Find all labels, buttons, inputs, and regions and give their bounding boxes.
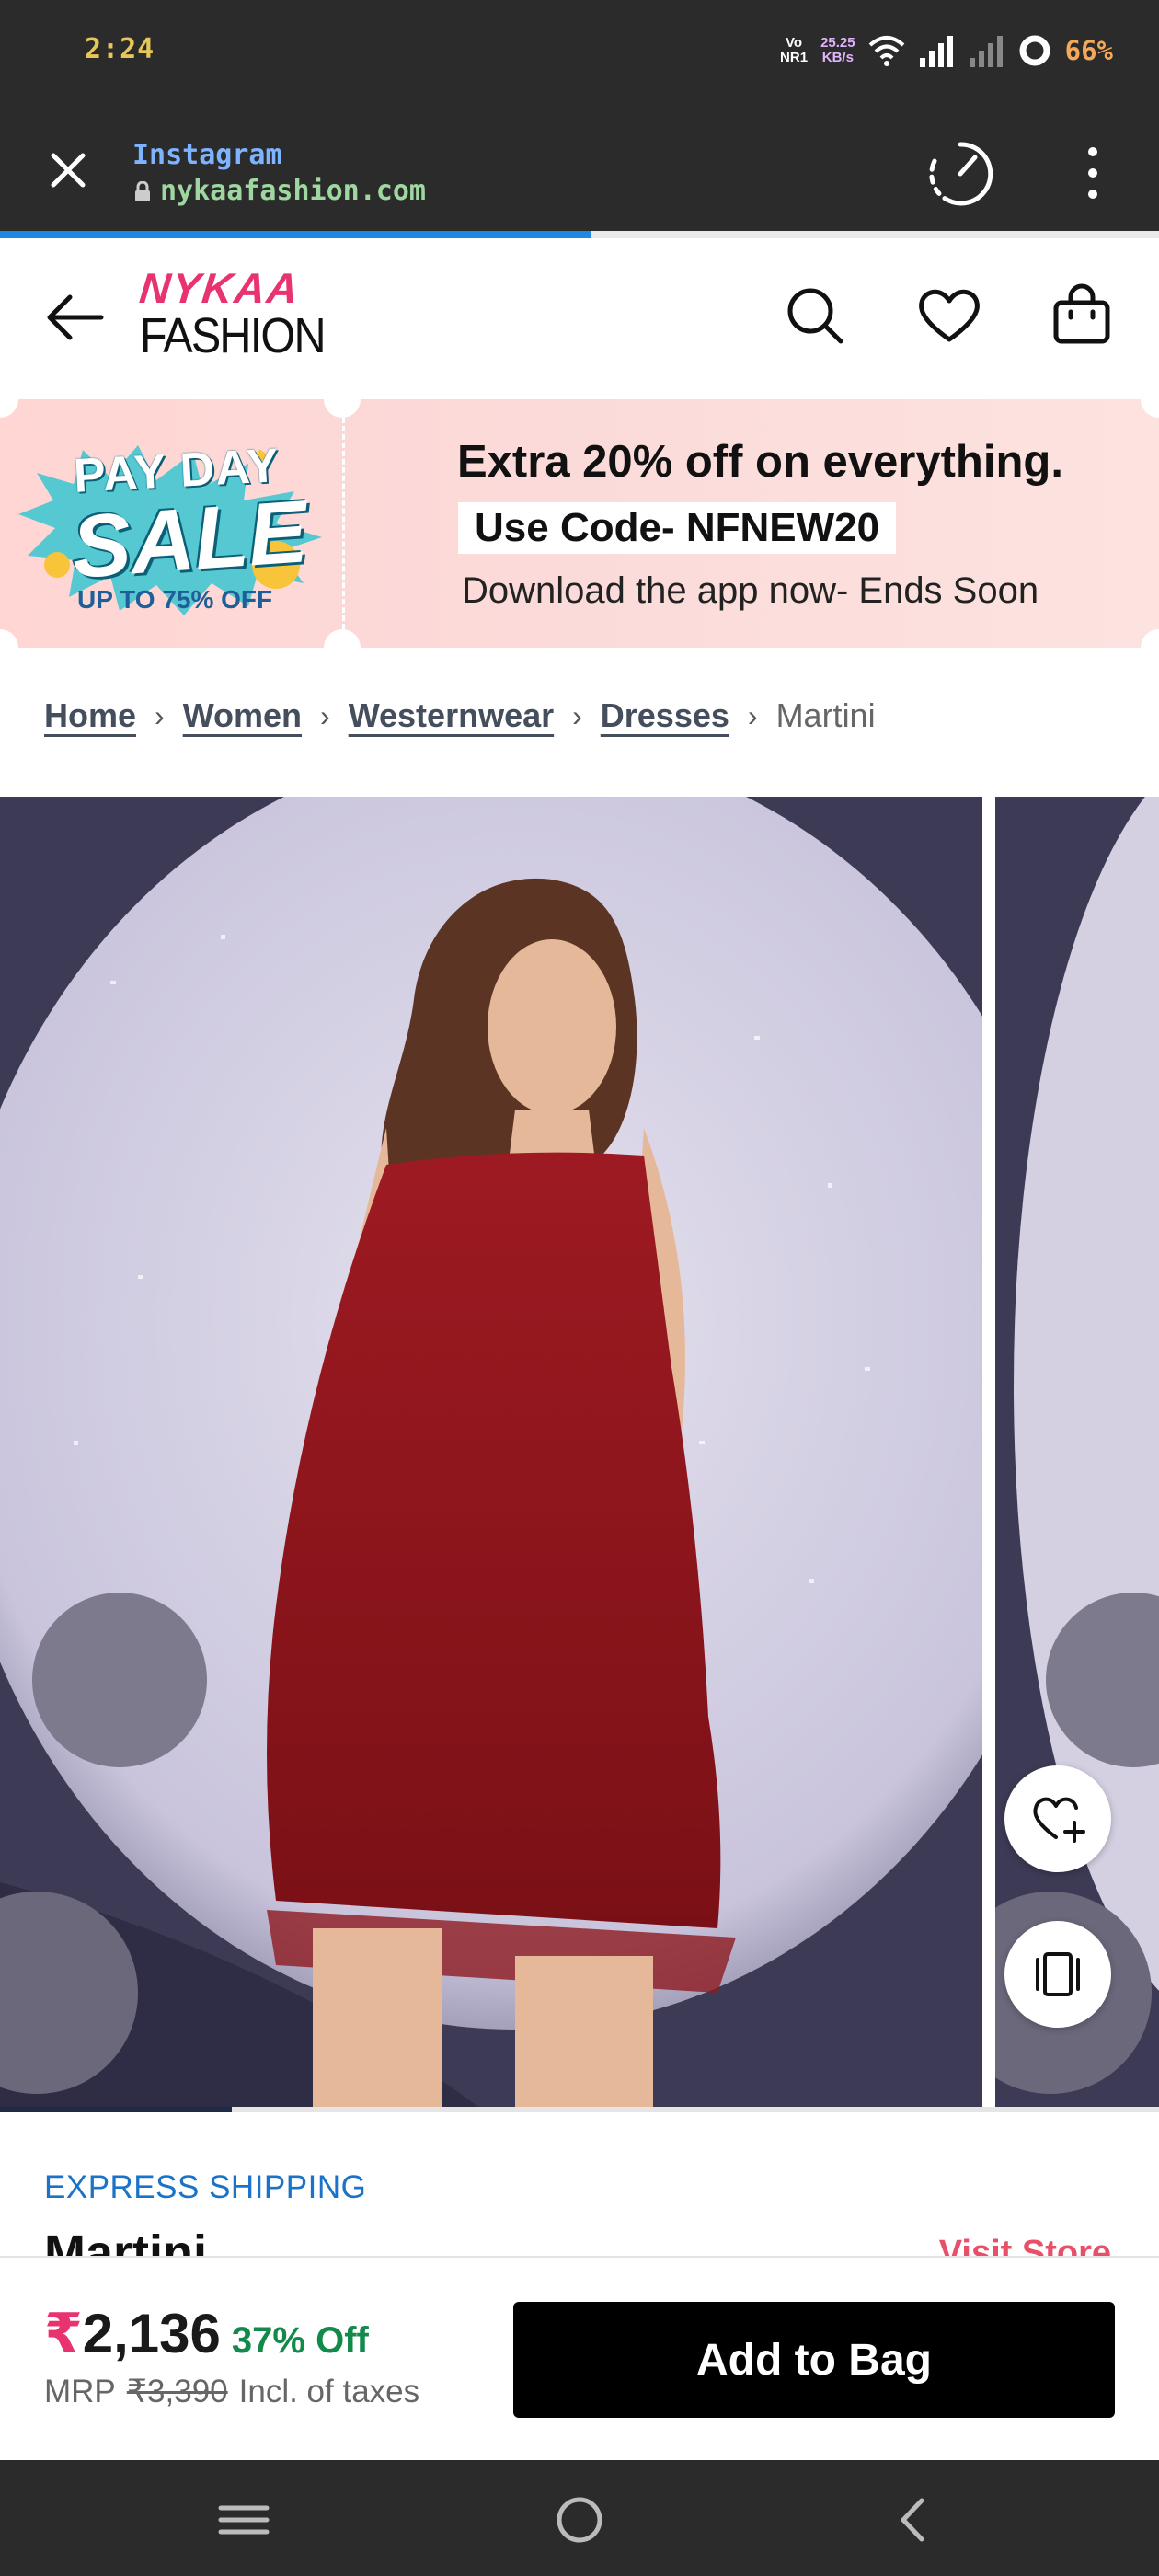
mrp-label: MRP [44, 2374, 116, 2409]
banner-notch-top [324, 399, 361, 418]
banner-notch-right-bottom [1141, 629, 1159, 648]
breadcrumb-westernwear[interactable]: Westernwear [349, 696, 554, 735]
payday-sale-badge: PAY DAY SALE UP TO 75% OFF [18, 427, 337, 620]
shopping-bag-icon[interactable] [1047, 281, 1117, 351]
rupee-symbol: ₹ [44, 2303, 83, 2364]
wifi-icon [868, 36, 904, 66]
image-carousel-progress-fill [0, 2107, 232, 2112]
speed-value: 25.25 [820, 35, 855, 51]
badge-sale-text: SALE [68, 482, 311, 597]
breadcrumb-women[interactable]: Women [183, 696, 302, 735]
status-icons: Vo NR1 25.25 KB/s 66% [780, 28, 1113, 74]
banner-notch-left-bottom [0, 629, 18, 648]
status-bar: 2:24 Vo NR1 25.25 KB/s 66% [0, 0, 1159, 106]
more-options-icon[interactable] [1076, 143, 1109, 203]
heart-plus-icon [1033, 1797, 1085, 1843]
selling-price: ₹2,136 [44, 2302, 221, 2366]
breadcrumb-dresses[interactable]: Dresses [601, 696, 729, 735]
network-speed: 25.25 KB/s [820, 36, 855, 65]
image-carousel-progress [0, 2107, 1159, 2112]
breadcrumb-separator: › [747, 698, 758, 732]
in-app-browser-bar: Instagram nykaafashion.com [0, 106, 1159, 235]
home-icon[interactable] [547, 2488, 612, 2552]
view-similar-button[interactable] [1004, 1921, 1111, 2028]
sticky-buy-bar: ₹2,136 37% Off MRP ₹3,390 Incl. of taxes… [0, 2256, 1159, 2460]
battery-ring-icon [1019, 35, 1050, 66]
search-icon[interactable] [780, 281, 850, 351]
banner-divider [342, 418, 345, 629]
volte-bottom: NR1 [780, 50, 809, 65]
promo-banner[interactable]: PAY DAY SALE UP TO 75% OFF Extra 20% off… [0, 399, 1159, 648]
price-value: 2,136 [82, 2303, 221, 2364]
add-to-wishlist-button[interactable] [1004, 1765, 1111, 1872]
url-field[interactable]: nykaafashion.com [134, 175, 426, 207]
breadcrumb: Home › Women › Westernwear › Dresses › M… [44, 690, 876, 742]
close-icon[interactable] [40, 143, 96, 198]
volte-top: Vo [786, 35, 803, 51]
back-nav-icon[interactable] [881, 2488, 946, 2552]
banner-notch-left-top [0, 399, 18, 418]
nykaa-fashion-logo[interactable]: NYKAA FASHION [137, 264, 327, 367]
product-image-gallery[interactable] [0, 797, 1159, 2107]
banner-notch-bottom [324, 629, 361, 648]
price-row: ₹2,136 37% Off [44, 2302, 369, 2366]
recent-apps-icon[interactable] [212, 2488, 276, 2552]
promo-headline: Extra 20% off on everything. [457, 437, 1063, 487]
source-app-label: Instagram [132, 139, 282, 171]
back-arrow-icon[interactable] [42, 284, 109, 351]
signal-icon [919, 36, 953, 67]
discount-label: 37% Off [231, 2320, 369, 2361]
add-to-bag-button[interactable]: Add to Bag [513, 2302, 1115, 2418]
product-photo-next [995, 797, 1159, 2107]
signal-weak-icon [969, 36, 1003, 67]
status-time: 2:24 [85, 33, 155, 65]
breadcrumb-separator: › [155, 698, 165, 732]
speed-unit: KB/s [821, 50, 854, 65]
badge-upto-text: UP TO 75% OFF [77, 585, 273, 614]
breadcrumb-current: Martini [775, 696, 876, 734]
speed-dial-icon[interactable] [924, 137, 997, 211]
promo-subtext: Download the app now- Ends Soon [462, 570, 1039, 611]
logo-nykaa: NYKAA [137, 264, 303, 312]
promo-code: Use Code- NFNEW20 [458, 502, 897, 554]
breadcrumb-home[interactable]: Home [44, 696, 136, 735]
lock-icon [135, 180, 150, 201]
product-photo [0, 797, 982, 2107]
product-image-main[interactable] [0, 797, 982, 2107]
battery-percent: 66% [1064, 35, 1113, 66]
tax-note: Incl. of taxes [238, 2374, 420, 2409]
system-nav-bar [0, 2460, 1159, 2576]
page-load-progress [0, 231, 1159, 238]
logo-fashion: FASHION [140, 308, 327, 363]
wishlist-heart-icon[interactable] [914, 281, 984, 351]
site-header: NYKAA FASHION [0, 238, 1159, 399]
breadcrumb-separator: › [320, 698, 330, 732]
product-image-next[interactable] [995, 797, 1159, 2107]
banner-notch-right-top [1141, 399, 1159, 418]
express-shipping-label: EXPRESS SHIPPING [44, 2169, 367, 2205]
page-load-progress-fill [0, 231, 591, 238]
mrp-value: ₹3,390 [126, 2374, 228, 2409]
url-text: nykaafashion.com [160, 175, 426, 207]
similar-products-icon [1036, 1952, 1080, 1996]
mrp-row: MRP ₹3,390 Incl. of taxes [44, 2374, 419, 2410]
volte-indicator: Vo NR1 [780, 36, 808, 65]
breadcrumb-separator: › [572, 698, 582, 732]
